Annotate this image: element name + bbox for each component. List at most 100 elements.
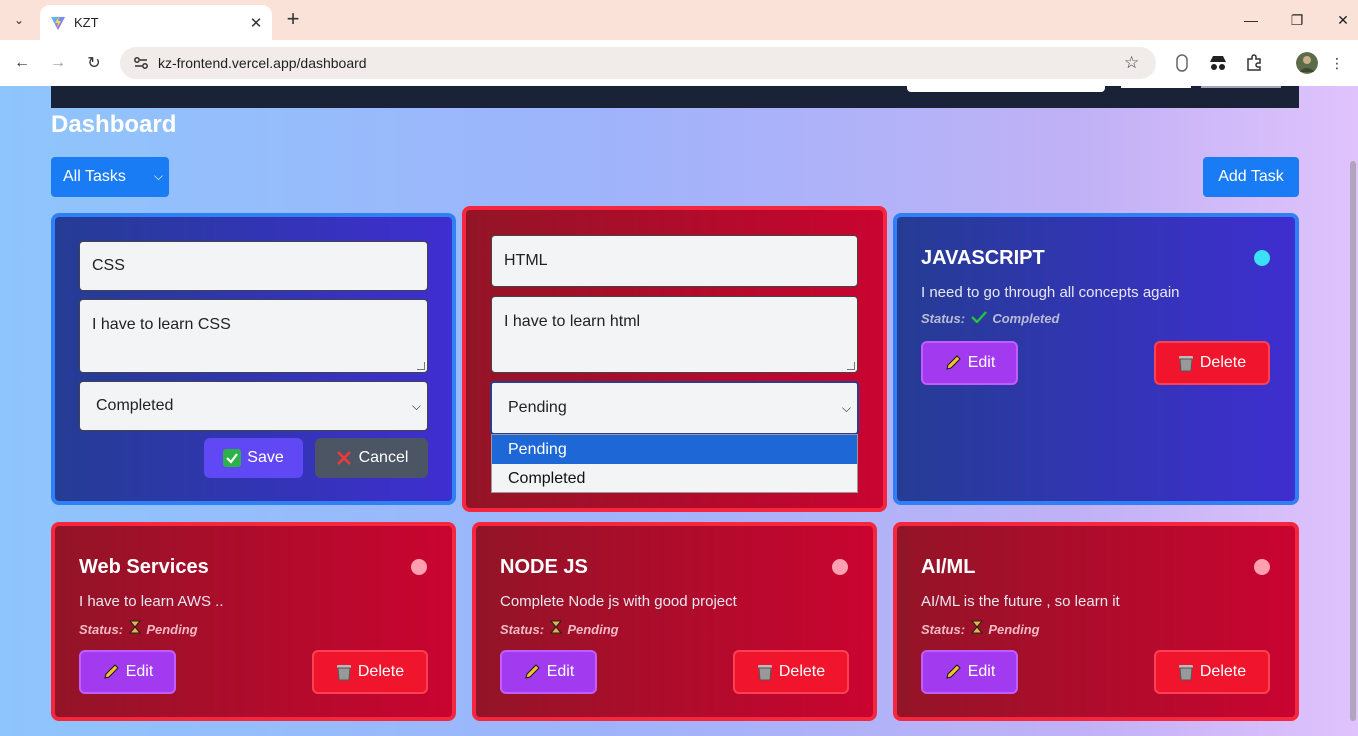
task-description-textarea[interactable]: I have to learn CSS: [79, 299, 428, 373]
dropdown-option-pending[interactable]: Pending: [492, 435, 857, 464]
trash-can-icon: [757, 665, 772, 681]
trash-can-icon: [336, 665, 351, 681]
restore-icon[interactable]: ❐: [1283, 6, 1311, 34]
vite-favicon-icon: [51, 15, 65, 30]
navbar-search-input[interactable]: [907, 86, 1105, 92]
task-status: Status: Pending: [921, 620, 1040, 637]
status-select-value: Pending: [508, 399, 567, 416]
edit-button[interactable]: Edit: [500, 650, 597, 694]
dropdown-option-completed[interactable]: Completed: [492, 464, 857, 493]
task-status: Status: Pending: [79, 620, 198, 637]
task-status-select[interactable]: Completed ⌵: [79, 381, 428, 431]
scrollbar-thumb[interactable]: [1350, 161, 1356, 721]
resize-handle-icon[interactable]: [847, 362, 855, 370]
edit-button[interactable]: Edit: [79, 650, 176, 694]
task-title: JAVASCRIPT: [921, 247, 1045, 269]
hourglass-icon: [549, 620, 562, 634]
pencil-icon: [946, 664, 961, 679]
new-tab-plus-icon[interactable]: +: [282, 8, 304, 30]
task-title: NODE JS: [500, 556, 588, 578]
status-value: Completed: [992, 311, 1060, 326]
description-text: I have to learn CSS: [92, 316, 231, 333]
task-card: AI/ML AI/ML is the future , so learn it …: [893, 522, 1299, 721]
url-text: kz-frontend.vercel.app/dashboard: [158, 55, 367, 71]
description-text: I have to learn html: [504, 313, 641, 330]
resize-handle-icon[interactable]: [417, 362, 425, 370]
delete-button[interactable]: Delete: [312, 650, 428, 694]
edit-label: Edit: [967, 354, 996, 371]
status-select-value: Completed: [96, 397, 174, 414]
tab-search-chevron-icon[interactable]: ⌄: [6, 7, 32, 33]
page-title: Dashboard: [51, 111, 177, 138]
check-box-icon: [223, 449, 242, 467]
pencil-icon: [525, 664, 540, 679]
page-scrollbar[interactable]: [1348, 86, 1358, 736]
status-value: Pending: [146, 622, 198, 637]
site-settings-icon[interactable]: [132, 54, 150, 72]
task-description: AI/ML is the future , so learn it: [921, 593, 1120, 610]
task-status: Status: Completed: [921, 311, 1059, 326]
page-viewport: Dashboard All Tasks ⌵ Add Task CSS I hav…: [0, 86, 1358, 736]
browser-menu-icon[interactable]: ⋮: [1326, 52, 1348, 74]
status-indicator-dot: [1254, 559, 1270, 575]
incognito-extension-icon[interactable]: [1207, 52, 1229, 74]
cancel-button[interactable]: Cancel: [315, 438, 428, 478]
forward-arrow-icon[interactable]: →: [45, 50, 71, 76]
edit-button[interactable]: Edit: [921, 341, 1018, 385]
status-label: Status:: [921, 311, 966, 326]
chevron-down-icon: ⌵: [411, 398, 421, 413]
status-value: Pending: [988, 622, 1040, 637]
chevron-down-icon: ⌵: [153, 169, 163, 183]
extensions-puzzle-icon[interactable]: [1243, 52, 1265, 74]
pencil-icon: [104, 664, 119, 679]
tab-title: KZT: [74, 15, 99, 30]
status-indicator-dot: [1254, 250, 1270, 266]
hourglass-icon: [970, 620, 983, 634]
delete-label: Delete: [357, 663, 405, 680]
delete-button[interactable]: Delete: [733, 650, 849, 694]
task-description: I have to learn AWS ..: [79, 593, 224, 610]
browser-toolbar: ← → ↻ kz-frontend.vercel.app/dashboard ☆…: [0, 40, 1358, 86]
status-dropdown-list: Pending Completed: [491, 434, 858, 493]
task-status-select[interactable]: Pending ⌵: [490, 381, 859, 435]
edit-label: Edit: [546, 663, 575, 680]
window-close-icon[interactable]: ✕: [1329, 6, 1357, 34]
task-title: AI/ML: [921, 556, 976, 578]
edit-label: Edit: [125, 663, 154, 680]
delete-button[interactable]: Delete: [1154, 650, 1270, 694]
browser-tab[interactable]: KZT ✕: [40, 5, 272, 40]
save-button[interactable]: Save: [204, 438, 303, 478]
task-status: Status: Pending: [500, 620, 619, 637]
bookmark-star-icon[interactable]: ☆: [1124, 53, 1144, 73]
navbar-button[interactable]: [1201, 86, 1281, 88]
profile-avatar[interactable]: [1296, 52, 1318, 74]
minimize-icon[interactable]: —: [1237, 6, 1265, 34]
navbar-button[interactable]: [1121, 86, 1191, 88]
task-card: JAVASCRIPT I need to go through all conc…: [893, 213, 1299, 505]
status-indicator-dot: [832, 559, 848, 575]
delete-button[interactable]: Delete: [1154, 341, 1270, 385]
task-description: Complete Node js with good project: [500, 593, 737, 610]
task-card: NODE JS Complete Node js with good proje…: [472, 522, 877, 721]
edit-button[interactable]: Edit: [921, 650, 1018, 694]
delete-label: Delete: [1199, 354, 1247, 371]
add-task-button[interactable]: Add Task: [1203, 157, 1299, 197]
task-filter-select[interactable]: All Tasks ⌵: [51, 157, 169, 197]
back-arrow-icon[interactable]: ←: [9, 50, 35, 76]
app-navbar: [51, 86, 1299, 108]
task-title-input[interactable]: HTML: [491, 235, 858, 287]
edit-label: Edit: [967, 663, 996, 680]
hourglass-icon: [128, 620, 141, 634]
task-description-textarea[interactable]: I have to learn html: [491, 296, 858, 373]
check-mark-icon: [970, 311, 987, 324]
address-bar[interactable]: kz-frontend.vercel.app/dashboard ☆: [120, 47, 1156, 79]
status-label: Status:: [500, 622, 545, 637]
task-description: I need to go through all concepts again: [921, 284, 1180, 301]
trash-can-icon: [1178, 665, 1193, 681]
task-card: Web Services I have to learn AWS .. Stat…: [51, 522, 456, 721]
reload-icon[interactable]: ↻: [81, 50, 107, 76]
tab-close-icon[interactable]: ✕: [246, 13, 266, 33]
extension-badge-icon[interactable]: [1171, 52, 1193, 74]
status-value: Pending: [567, 622, 619, 637]
task-title-input[interactable]: CSS: [79, 241, 428, 291]
